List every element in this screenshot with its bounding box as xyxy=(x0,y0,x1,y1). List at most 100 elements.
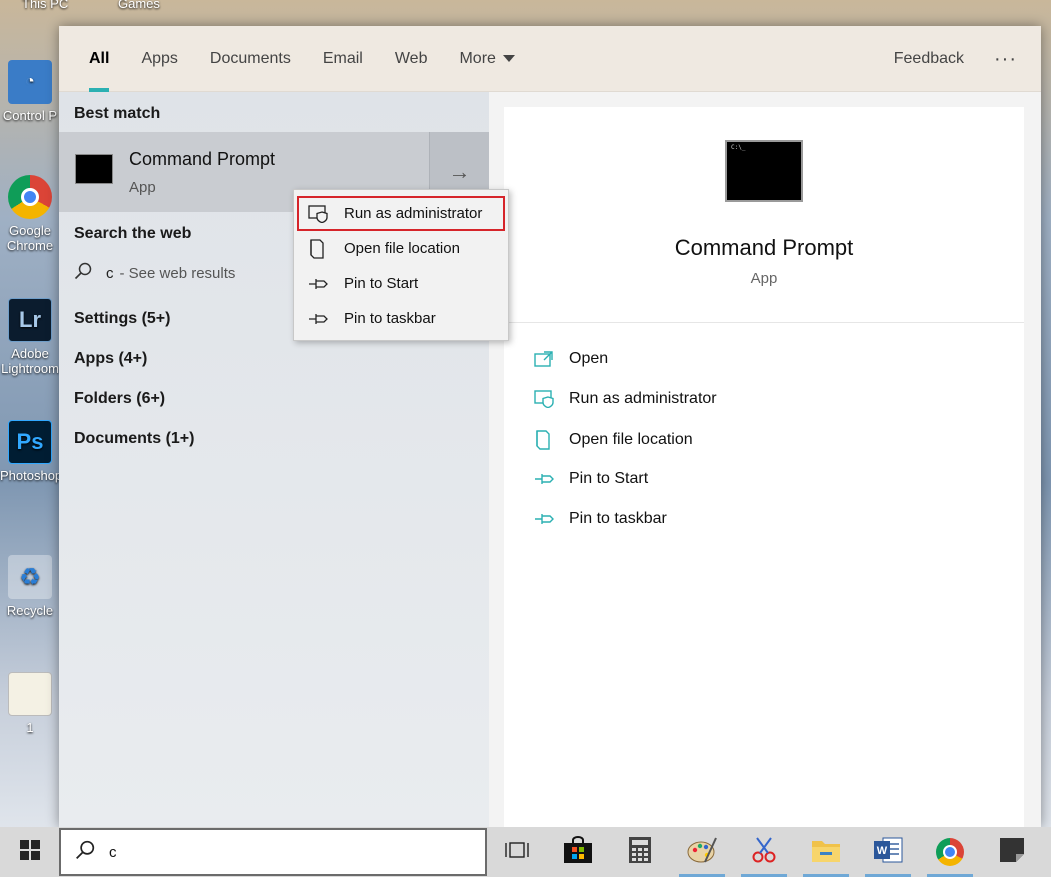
action-open-file-location[interactable]: Open file location xyxy=(534,430,693,450)
command-prompt-large-icon xyxy=(725,140,803,202)
folder-location-icon xyxy=(534,430,558,450)
sticky-notes-icon xyxy=(999,837,1025,868)
desktop-label-games: Games xyxy=(118,0,160,11)
category-documents[interactable]: Documents (1+) xyxy=(74,430,194,448)
context-item-label: Open file location xyxy=(344,240,460,257)
desktop-chrome[interactable]: Google Chrome xyxy=(0,175,60,253)
calculator-button[interactable] xyxy=(609,827,671,877)
pin-icon xyxy=(534,472,558,486)
taskbar-search-input[interactable]: c xyxy=(59,828,487,876)
desktop-photoshop[interactable]: Ps Photoshop xyxy=(0,420,63,483)
action-pin-to-taskbar[interactable]: Pin to taskbar xyxy=(534,510,667,528)
feedback-button[interactable]: Feedback xyxy=(874,50,984,68)
context-pin-to-start[interactable]: Pin to Start xyxy=(294,266,508,301)
word-button[interactable]: W xyxy=(857,827,919,877)
command-prompt-icon xyxy=(75,154,113,184)
pin-icon xyxy=(308,277,332,291)
file-explorer-button[interactable] xyxy=(795,827,857,877)
search-icon xyxy=(74,262,92,284)
action-open[interactable]: Open xyxy=(534,350,608,368)
taskbar-search-value: c xyxy=(109,843,117,861)
chevron-down-icon xyxy=(502,55,515,62)
recycle-bin-icon: ♻ xyxy=(8,555,52,599)
context-item-label: Pin to taskbar xyxy=(344,310,436,327)
tab-more-label: More xyxy=(459,49,496,67)
web-query-text: c xyxy=(106,264,114,282)
tab-all[interactable]: All xyxy=(73,26,125,92)
action-run-as-admin[interactable]: Run as administrator xyxy=(534,390,717,408)
context-run-as-admin[interactable]: Run as administrator xyxy=(297,196,505,231)
task-view-icon xyxy=(505,840,529,865)
store-button[interactable] xyxy=(547,827,609,877)
task-view-button[interactable] xyxy=(487,827,547,877)
chrome-desktop-icon xyxy=(8,175,52,219)
arrow-right-icon: → xyxy=(448,159,471,184)
context-open-file-location[interactable]: Open file location xyxy=(294,231,508,266)
start-button[interactable] xyxy=(0,827,59,877)
snipping-tool-button[interactable] xyxy=(733,827,795,877)
snipping-tool-icon xyxy=(749,836,779,869)
search-panel: All Apps Documents Email Web More Feedba… xyxy=(59,26,1041,827)
action-label: Pin to taskbar xyxy=(569,510,667,527)
best-match-subtitle: App xyxy=(129,179,156,196)
context-pin-to-taskbar[interactable]: Pin to taskbar xyxy=(294,301,508,336)
action-label: Open file location xyxy=(569,431,693,448)
calculator-icon xyxy=(628,836,652,869)
context-item-label: Pin to Start xyxy=(344,275,419,292)
tab-documents[interactable]: Documents xyxy=(194,26,307,92)
taskbar: c W xyxy=(0,827,1051,877)
control-panel-icon: ◔ xyxy=(8,60,52,104)
desktop-file-1[interactable]: 1 xyxy=(0,672,60,735)
tab-apps[interactable]: Apps xyxy=(125,26,193,92)
search-icon xyxy=(75,840,95,864)
search-web-heading: Search the web xyxy=(74,225,192,242)
action-label: Pin to Start xyxy=(569,470,649,487)
shield-icon xyxy=(534,390,558,408)
file-explorer-icon xyxy=(811,837,841,868)
shield-icon xyxy=(308,204,332,223)
tab-email[interactable]: Email xyxy=(307,26,379,92)
action-label: Open xyxy=(569,350,609,367)
desktop-lightroom[interactable]: Lr Adobe Lightroom xyxy=(0,298,60,376)
desktop-icon-label: 1 xyxy=(26,720,34,735)
more-options-button[interactable]: ··· xyxy=(984,48,1027,71)
paint-button[interactable] xyxy=(671,827,733,877)
desktop-icon-label: Adobe Lightroom xyxy=(1,346,59,376)
paint-icon xyxy=(687,836,717,869)
desktop-icon-label: Photoshop xyxy=(0,468,63,483)
desktop-icon-label: Google Chrome xyxy=(6,223,54,253)
action-pin-to-start[interactable]: Pin to Start xyxy=(534,470,648,488)
desktop-recycle-bin[interactable]: ♻ Recycle xyxy=(0,555,60,618)
action-label: Run as administrator xyxy=(569,390,717,407)
lightroom-desktop-icon: Lr xyxy=(8,298,52,342)
category-apps[interactable]: Apps (4+) xyxy=(74,350,147,368)
filter-tabs: All Apps Documents Email Web More Feedba… xyxy=(59,26,1041,92)
details-subtitle: App xyxy=(750,270,778,287)
word-icon: W xyxy=(873,836,903,869)
folder-location-icon xyxy=(308,238,332,259)
svg-text:W: W xyxy=(877,845,888,857)
tab-more[interactable]: More xyxy=(443,26,530,92)
store-icon xyxy=(563,835,593,869)
context-menu: Run as administrator Open file location … xyxy=(293,189,509,341)
desktop-icon-label: Control P xyxy=(2,108,58,123)
category-settings[interactable]: Settings (5+) xyxy=(74,310,170,328)
tab-web[interactable]: Web xyxy=(379,26,444,92)
web-suffix-text: - See web results xyxy=(119,264,236,282)
chrome-button[interactable] xyxy=(919,827,981,877)
web-result-item[interactable]: c - See web results xyxy=(74,262,235,284)
details-title: Command Prompt xyxy=(674,235,854,260)
sticky-notes-button[interactable] xyxy=(981,827,1043,877)
desktop-icon-label: Recycle xyxy=(6,603,54,618)
pin-icon xyxy=(534,512,558,526)
desktop-control-panel[interactable]: ◔ Control P xyxy=(0,60,60,123)
context-item-label: Run as administrator xyxy=(344,205,483,222)
chrome-icon xyxy=(936,838,964,866)
open-icon xyxy=(534,351,558,367)
category-folders[interactable]: Folders (6+) xyxy=(74,390,165,408)
best-match-heading: Best match xyxy=(74,105,161,122)
photoshop-desktop-icon: Ps xyxy=(8,420,52,464)
best-match-title: Command Prompt xyxy=(129,149,276,169)
file-desktop-icon xyxy=(8,672,52,716)
windows-logo-icon xyxy=(19,839,40,865)
